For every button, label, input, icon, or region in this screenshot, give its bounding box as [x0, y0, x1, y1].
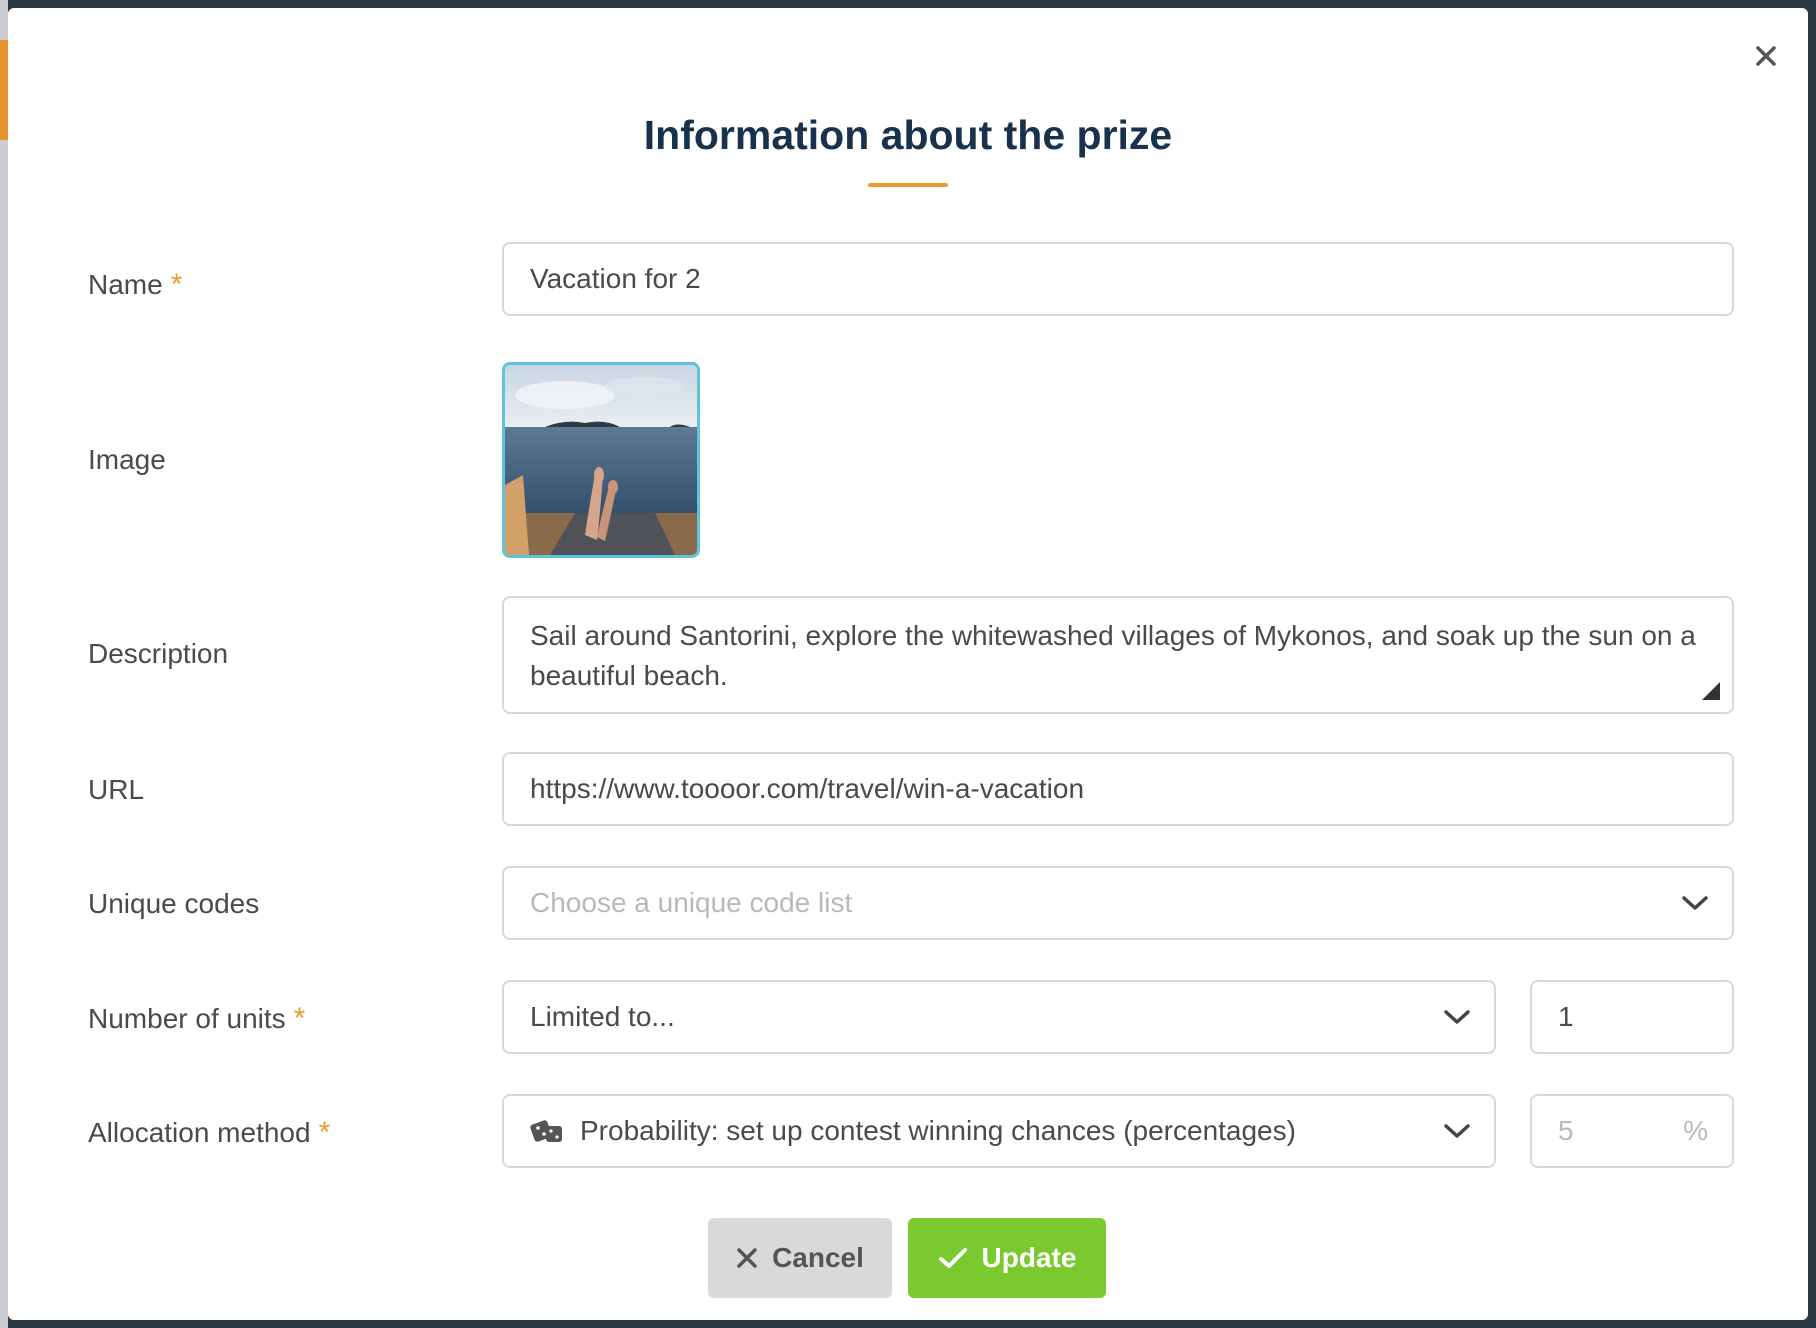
name-label: Name *	[88, 268, 182, 302]
dialog-title: Information about the prize	[643, 112, 1173, 158]
allocation-label-text: Allocation method	[88, 1117, 311, 1148]
description-label-text: Description	[88, 638, 229, 669]
allocation-label: Allocation method *	[88, 1116, 330, 1150]
allocation-percent-placeholder: 5	[1558, 1115, 1574, 1146]
x-icon	[737, 1248, 757, 1268]
name-value: Vacation for 2	[530, 263, 701, 294]
beach-photo	[505, 365, 697, 555]
url-label: URL	[88, 774, 144, 806]
description-label: Description	[88, 638, 228, 670]
unique-codes-select[interactable]: Choose a unique code list	[502, 866, 1734, 940]
name-input[interactable]: Vacation for 2	[502, 242, 1734, 316]
close-button[interactable]	[1746, 36, 1786, 76]
chevron-down-icon	[1682, 896, 1708, 910]
units-quantity-input[interactable]: 1	[1530, 980, 1734, 1054]
name-label-text: Name	[88, 269, 163, 300]
units-label: Number of units *	[88, 1002, 305, 1036]
backdrop	[0, 0, 8, 1328]
unique-codes-label: Unique codes	[88, 888, 259, 920]
chevron-down-icon	[1444, 1124, 1470, 1138]
description-value: Sail around Santorini, explore the white…	[530, 620, 1696, 691]
cancel-button-label: Cancel	[772, 1242, 864, 1273]
prize-dialog: Information about the prize Name * Vacat…	[8, 8, 1808, 1320]
required-marker: *	[170, 268, 183, 301]
title-underline	[868, 183, 948, 187]
units-label-text: Number of units	[88, 1003, 286, 1034]
check-icon	[938, 1248, 967, 1268]
update-button[interactable]: Update	[908, 1218, 1106, 1298]
backdrop-accent	[0, 40, 8, 140]
url-value: https://www.toooor.com/travel/win-a-vaca…	[530, 773, 1085, 804]
resize-handle-icon[interactable]	[1700, 680, 1720, 700]
dice-icon	[530, 1120, 562, 1142]
url-input[interactable]: https://www.toooor.com/travel/win-a-vaca…	[502, 752, 1734, 826]
units-selected: Limited to...	[530, 1001, 675, 1032]
cancel-button[interactable]: Cancel	[708, 1218, 892, 1298]
percent-sign: %	[1683, 1115, 1708, 1146]
image-label-text: Image	[88, 444, 166, 475]
url-label-text: URL	[88, 774, 145, 805]
allocation-percent-input[interactable]: 5 %	[1530, 1094, 1734, 1168]
required-marker: *	[293, 1002, 306, 1035]
description-textarea[interactable]: Sail around Santorini, explore the white…	[502, 596, 1734, 714]
update-button-label: Update	[981, 1242, 1077, 1273]
required-marker: *	[318, 1116, 331, 1149]
unique-codes-placeholder: Choose a unique code list	[530, 887, 853, 918]
allocation-selected: Probability: set up contest winning chan…	[580, 1115, 1296, 1146]
units-quantity-value: 1	[1558, 1001, 1574, 1032]
image-label: Image	[88, 444, 166, 476]
close-icon	[1756, 46, 1776, 66]
chevron-down-icon	[1444, 1010, 1470, 1024]
allocation-select[interactable]: Probability: set up contest winning chan…	[502, 1094, 1496, 1168]
prize-image[interactable]	[502, 362, 700, 558]
units-select[interactable]: Limited to...	[502, 980, 1496, 1054]
unique-codes-label-text: Unique codes	[88, 888, 260, 919]
